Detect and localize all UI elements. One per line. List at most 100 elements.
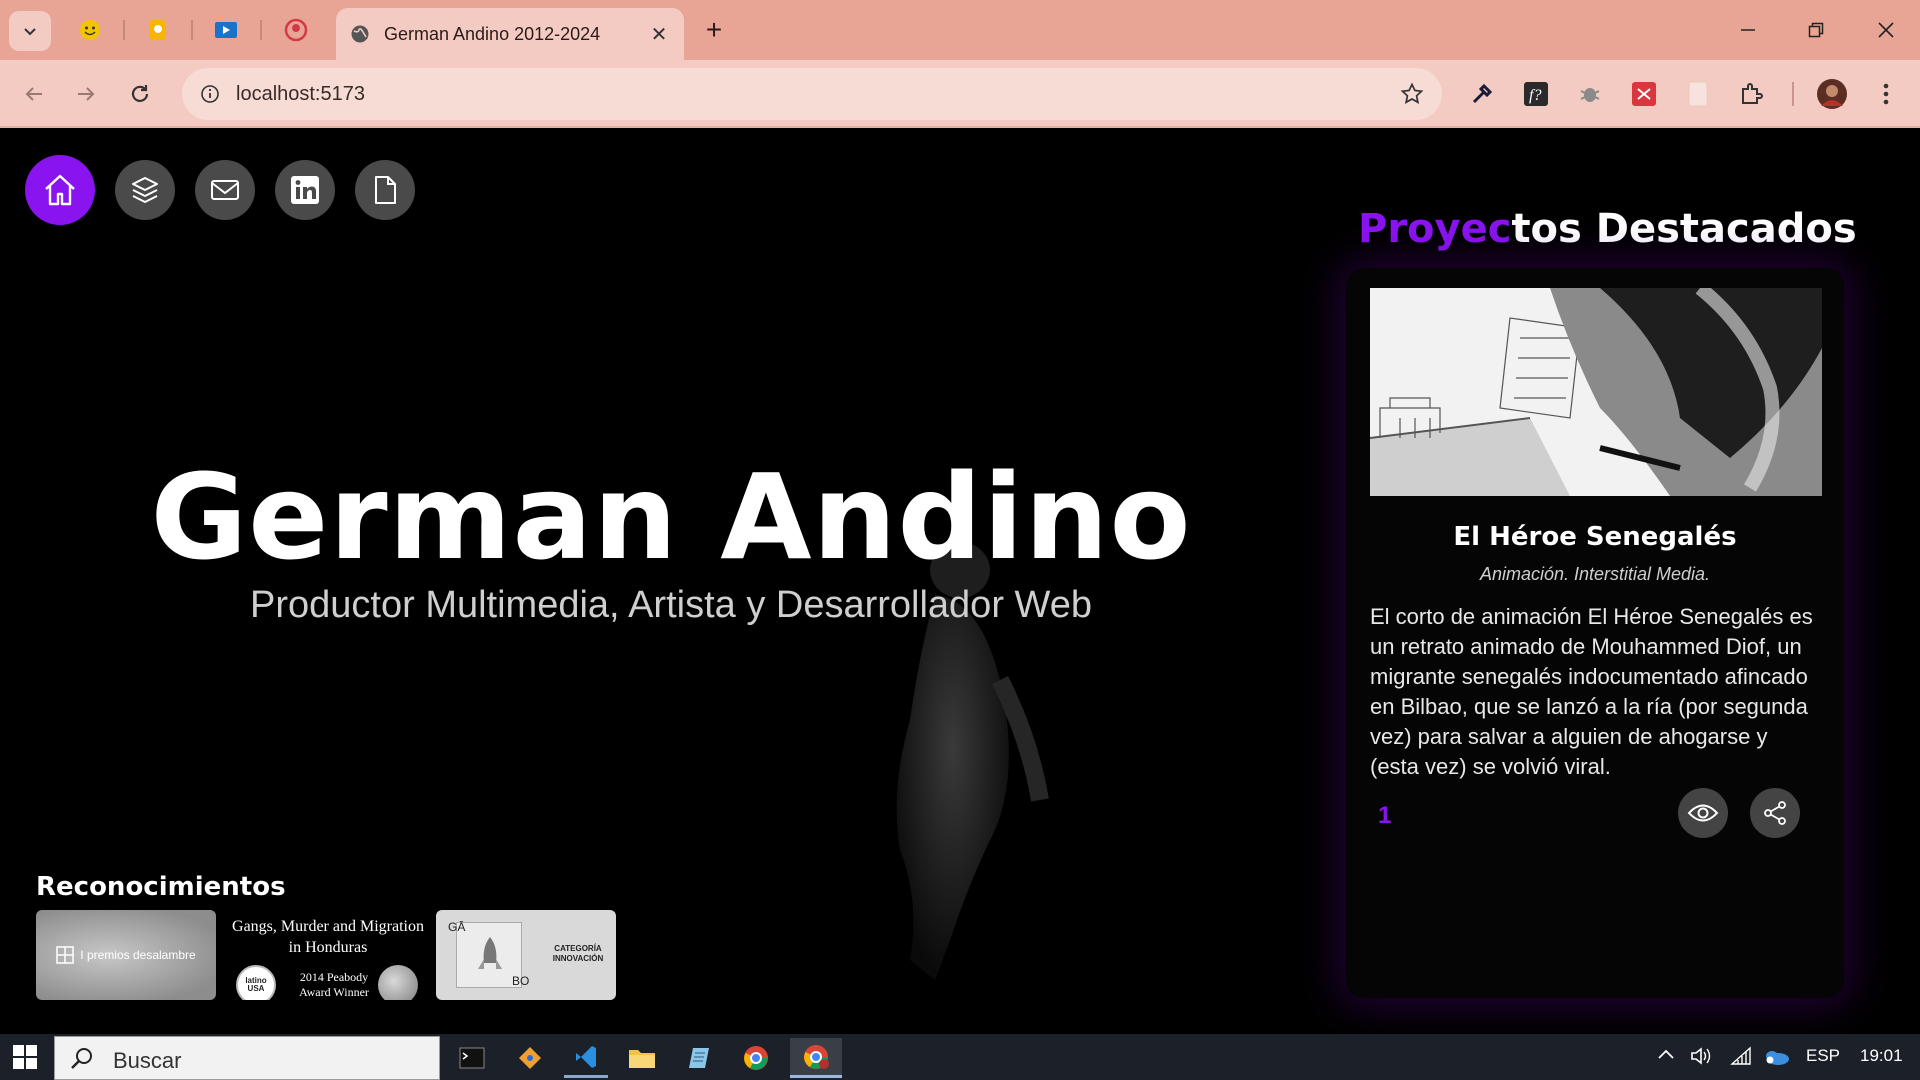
tab-close-button[interactable]: ✕ xyxy=(642,17,676,51)
chrome-app[interactable] xyxy=(734,1038,778,1078)
bug-extension-icon[interactable] xyxy=(1572,76,1608,112)
terminal-icon xyxy=(459,1047,485,1069)
vscode-icon xyxy=(576,1045,596,1068)
project-image[interactable] xyxy=(1370,288,1822,496)
tab-title: German Andino 2012-2024 xyxy=(384,23,601,44)
mail-icon xyxy=(211,180,239,200)
terminal-app[interactable] xyxy=(450,1038,494,1078)
reload-icon xyxy=(131,85,149,102)
taskbar-search[interactable]: Buscar xyxy=(54,1036,440,1080)
project-description: El corto de animación El Héroe Senegalés… xyxy=(1370,604,1813,779)
award2-caption: 2014 Peabody Award Winner xyxy=(299,970,369,999)
featured-projects-title: Proyectos Destacados xyxy=(1358,206,1857,252)
pinned-tab-2[interactable] xyxy=(142,14,174,46)
globe-icon xyxy=(351,25,369,43)
pinned-tab-4[interactable] xyxy=(280,14,312,46)
minimize-button[interactable] xyxy=(1728,10,1768,50)
clock[interactable]: 19:01 xyxy=(1860,1046,1903,1066)
latino-usa-logo: latino USA xyxy=(236,965,276,1000)
home-icon xyxy=(45,174,75,206)
featured-title-accent: Proyec xyxy=(1358,206,1512,252)
active-tab[interactable]: German Andino 2012-2024 ✕ xyxy=(336,8,684,60)
volume-icon[interactable] xyxy=(1690,1046,1714,1071)
url-text[interactable]: localhost:5173 xyxy=(236,83,365,106)
eyedropper-extension-icon[interactable] xyxy=(1464,76,1500,112)
layers-icon xyxy=(132,177,158,203)
reload-button[interactable] xyxy=(120,74,160,114)
project-subtitle: Animación. Interstitial Media. xyxy=(1479,564,1711,584)
page-content: German Andino Productor Multimedia, Arti… xyxy=(0,130,1920,1034)
red-puzzle-extension-icon[interactable] xyxy=(1626,76,1662,112)
emoji-face-icon xyxy=(80,20,100,40)
award-innovation[interactable]: GĀ BO CATEGORÍA INNOVACIÓN xyxy=(436,910,616,1000)
restore-icon xyxy=(1808,22,1824,38)
close-window-button[interactable] xyxy=(1866,10,1906,50)
pinned-tab-3[interactable] xyxy=(210,14,242,46)
nav-projects-button[interactable] xyxy=(115,160,175,220)
keep-icon xyxy=(150,20,166,40)
eye-icon xyxy=(1687,804,1719,822)
document-icon xyxy=(375,176,396,204)
view-project-button[interactable] xyxy=(1678,788,1728,838)
notes-app[interactable] xyxy=(678,1038,722,1078)
hero-name: German Andino xyxy=(150,448,1192,586)
onedrive-icon[interactable] xyxy=(1762,1046,1792,1071)
tab-search-button[interactable] xyxy=(9,11,51,51)
tray-overflow-icon[interactable] xyxy=(1656,1046,1676,1066)
windows-taskbar: Buscar ESP 19:01 xyxy=(0,1034,1920,1080)
award3-category: CATEGORÍA INNOVACIÓN xyxy=(552,944,604,963)
nav-home-button[interactable] xyxy=(25,155,95,225)
award2-title: Gangs, Murder and Migration in Honduras xyxy=(232,918,424,956)
featured-title-rest: tos Destacados xyxy=(1511,206,1857,252)
nav-cv-button[interactable] xyxy=(355,160,415,220)
git-app[interactable] xyxy=(508,1038,552,1078)
forward-button[interactable] xyxy=(66,74,106,114)
browser-tab-bar: German Andino 2012-2024 ✕ + xyxy=(0,0,1920,60)
browser-toolbar: localhost:5173 f? xyxy=(0,60,1920,128)
sketch-illustration xyxy=(1370,288,1822,496)
award-peabody[interactable]: Gangs, Murder and Migration in Honduras … xyxy=(230,910,426,1000)
chrome-profile-icon xyxy=(804,1044,829,1069)
folder-icon xyxy=(629,1050,655,1068)
minimize-icon xyxy=(1741,29,1755,31)
profile-avatar[interactable] xyxy=(1814,76,1850,112)
bookmark-star-icon[interactable] xyxy=(1398,80,1426,108)
grid-logo-icon xyxy=(56,946,75,964)
restore-button[interactable] xyxy=(1796,10,1836,50)
project-title: El Héroe Senegalés xyxy=(1453,522,1737,552)
extensions-puzzle-icon[interactable] xyxy=(1734,76,1770,112)
vscode-app[interactable] xyxy=(564,1038,608,1078)
new-tab-button[interactable]: + xyxy=(698,14,730,46)
site-info-icon[interactable] xyxy=(196,80,224,108)
award3-bottom-text: BO xyxy=(512,974,530,988)
chevron-down-icon xyxy=(24,28,36,36)
nav-contact-button[interactable] xyxy=(195,160,255,220)
search-icon xyxy=(71,1048,92,1069)
language-indicator[interactable]: ESP xyxy=(1806,1046,1840,1066)
award1-label: I premios desalambre xyxy=(80,948,196,962)
pinned-tab-1[interactable] xyxy=(74,14,106,46)
recognitions-title: Reconocimientos xyxy=(36,872,286,902)
nav-linkedin-button[interactable] xyxy=(275,160,335,220)
chrome-profile-app[interactable] xyxy=(790,1038,842,1078)
wifi-icon[interactable] xyxy=(1730,1046,1754,1071)
profile-circle-icon xyxy=(284,18,308,42)
chrome-icon xyxy=(744,1046,768,1070)
project-card: El Héroe Senegalés Animación. Interstiti… xyxy=(1346,268,1844,998)
git-icon xyxy=(519,1047,541,1069)
windows-start-icon[interactable] xyxy=(10,1042,40,1072)
taskbar-search-placeholder: Buscar xyxy=(113,1048,182,1073)
function-extension-icon[interactable]: f? xyxy=(1518,76,1554,112)
close-icon xyxy=(1878,22,1894,38)
linkedin-icon xyxy=(291,176,319,204)
back-button[interactable] xyxy=(14,74,54,114)
address-bar[interactable]: localhost:5173 xyxy=(182,68,1442,120)
arrow-right-icon xyxy=(78,87,95,101)
arrow-left-icon xyxy=(25,87,42,101)
blank-extension-icon[interactable] xyxy=(1680,76,1716,112)
more-menu-icon[interactable] xyxy=(1868,76,1904,112)
award3-top-text: GĀ xyxy=(448,920,466,934)
share-project-button[interactable] xyxy=(1750,788,1800,838)
file-explorer-app[interactable] xyxy=(620,1038,664,1078)
award-desalambre[interactable]: I premios desalambre xyxy=(36,910,216,1000)
